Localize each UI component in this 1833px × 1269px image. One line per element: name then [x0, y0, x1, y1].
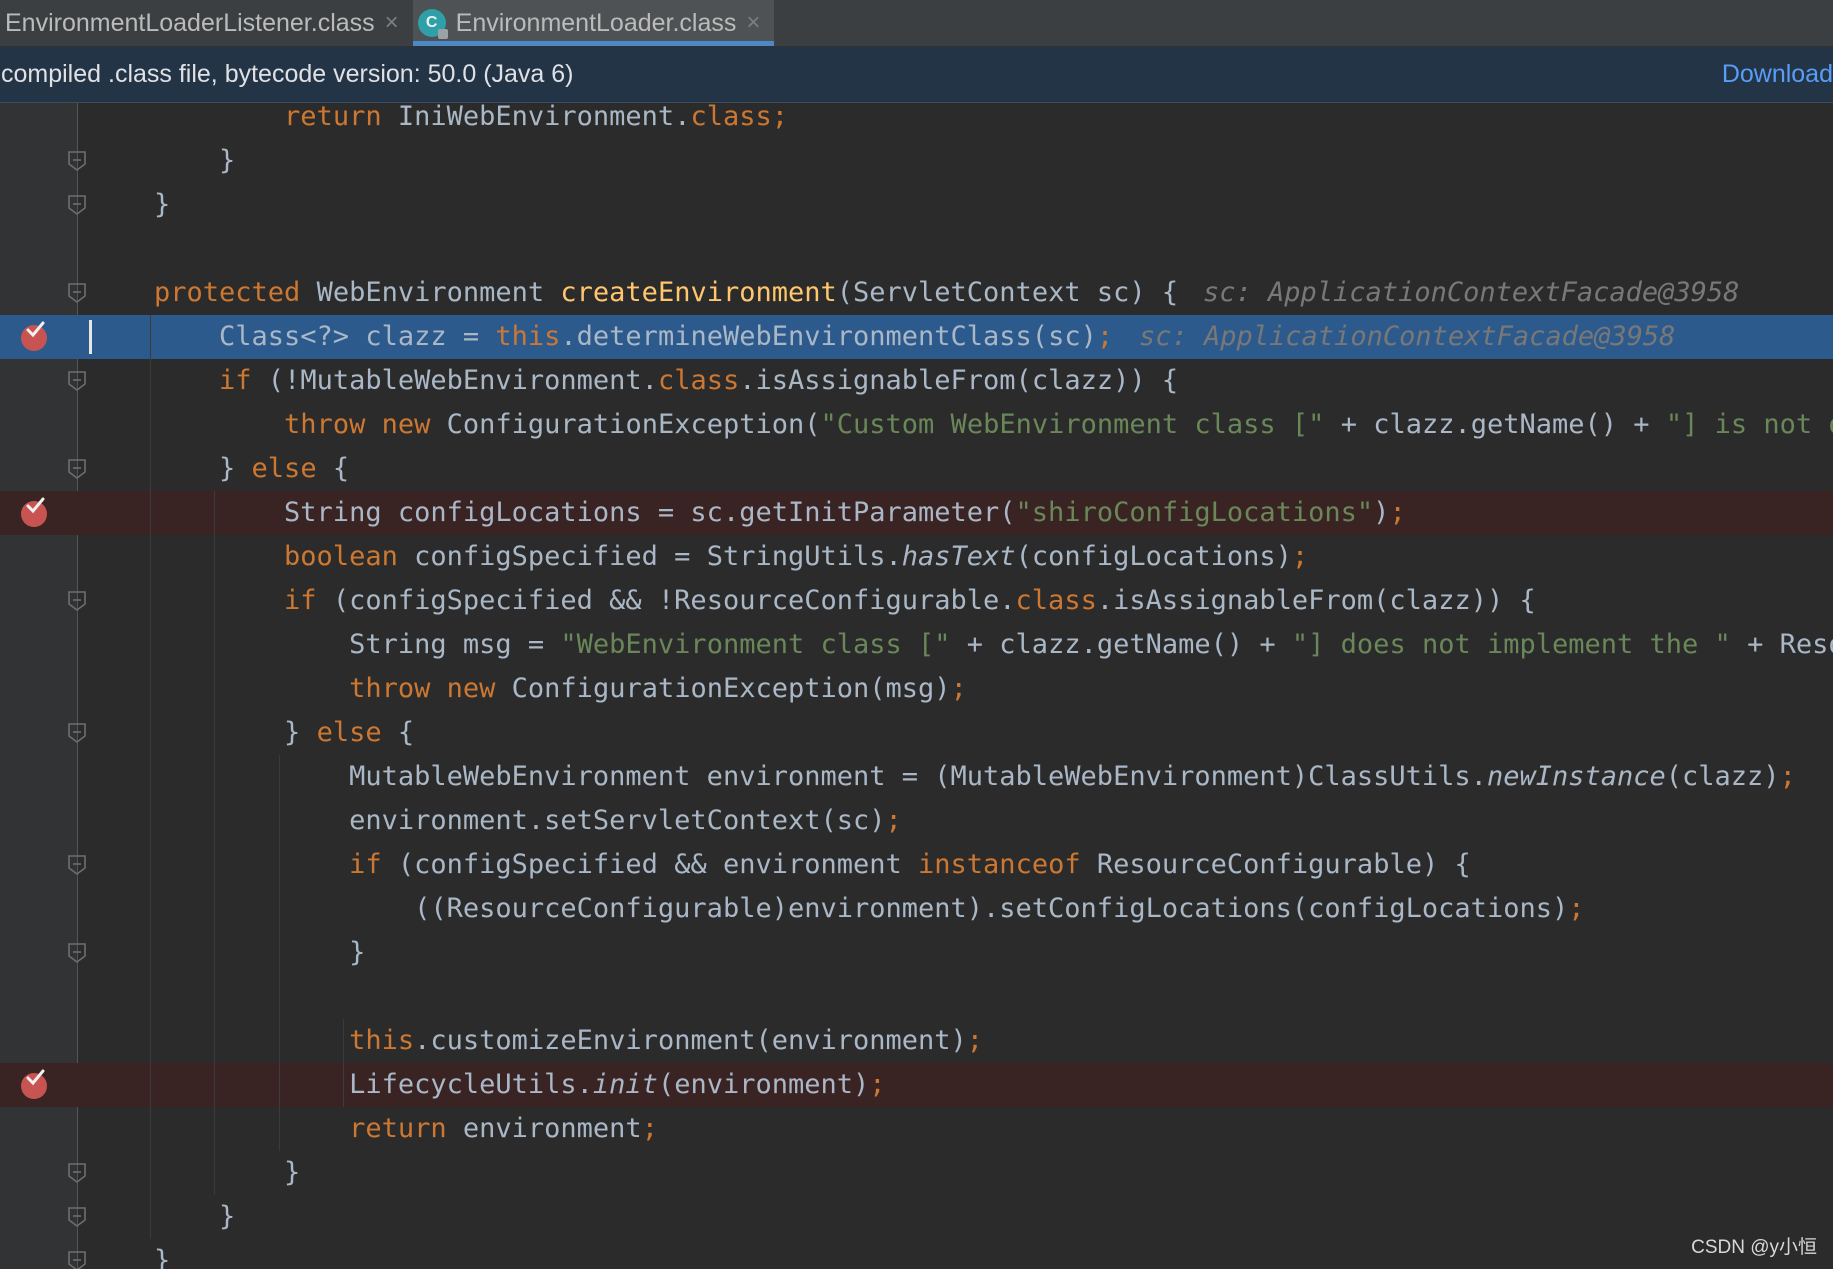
fold-marker-icon[interactable] — [68, 283, 86, 303]
fold-marker-icon[interactable] — [68, 151, 86, 171]
code-line-text: ((ResourceConfigurable)environment).setC… — [154, 893, 1585, 924]
breakpoint-icon[interactable] — [21, 497, 47, 527]
code-line[interactable]: String msg = "WebEnvironment class [" + … — [0, 623, 1833, 667]
indent-guide — [343, 1019, 344, 1107]
code-line[interactable]: if (configSpecified && !ResourceConfigur… — [0, 579, 1833, 623]
fold-marker-icon[interactable] — [68, 195, 86, 215]
tab-environmentloader[interactable]: C EnvironmentLoader.class × — [412, 0, 775, 46]
fold-marker-icon[interactable] — [68, 1251, 86, 1269]
code-line[interactable]: throw new ConfigurationException("Custom… — [0, 403, 1833, 447]
fold-marker-icon[interactable] — [68, 1207, 86, 1227]
code-line-text: boolean configSpecified = StringUtils.ha… — [284, 541, 1309, 572]
code-line[interactable]: boolean configSpecified = StringUtils.ha… — [0, 535, 1833, 579]
close-icon[interactable]: × — [746, 9, 760, 37]
breakpoint-icon[interactable] — [21, 321, 47, 351]
indent-guide — [214, 491, 215, 1195]
code-line[interactable]: if (!MutableWebEnvironment.class.isAssig… — [0, 359, 1833, 403]
text-caret — [89, 320, 92, 354]
code-line[interactable]: return environment; — [0, 1107, 1833, 1151]
code-line-text: throw new ConfigurationException("Custom… — [284, 409, 1833, 440]
class-file-icon: C — [417, 9, 448, 39]
breakpoint-icon[interactable] — [21, 1069, 47, 1099]
code-line[interactable]: if (configSpecified && environment insta… — [0, 843, 1833, 887]
fold-marker-icon[interactable] — [68, 459, 86, 479]
close-icon[interactable]: × — [385, 9, 399, 37]
code-line-text: environment.setServletContext(sc); — [154, 805, 902, 836]
code-line[interactable]: MutableWebEnvironment environment = (Mut… — [0, 755, 1833, 799]
code-line-text: String msg = "WebEnvironment class [" + … — [154, 629, 1833, 660]
code-line-text: return environment; — [349, 1113, 658, 1144]
code-line-text: if (configSpecified && !ResourceConfigur… — [284, 585, 1536, 616]
fold-marker-icon[interactable] — [68, 591, 86, 611]
code-line[interactable]: } — [0, 183, 1833, 227]
code-line-text: throw new ConfigurationException(msg); — [349, 673, 967, 704]
code-line-text: } else { — [154, 717, 415, 748]
code-line-text: return IniWebEnvironment.class; — [284, 103, 788, 132]
code-line[interactable]: } else { — [0, 447, 1833, 491]
code-line[interactable]: } — [0, 1195, 1833, 1239]
download-sources-link[interactable]: Download — [1722, 60, 1833, 89]
code-line[interactable]: } — [0, 1239, 1833, 1269]
code-line-text: if (!MutableWebEnvironment.class.isAssig… — [219, 365, 1179, 396]
code-line[interactable]: } — [0, 1151, 1833, 1195]
code-line-text: LifecycleUtils.init(environment); — [154, 1069, 886, 1100]
editor-tab-bar: EnvironmentLoaderListener.class × C Envi… — [0, 0, 1833, 47]
fold-marker-icon[interactable] — [68, 943, 86, 963]
code-line[interactable]: protected WebEnvironment createEnvironme… — [0, 271, 1833, 315]
banner-text: compiled .class file, bytecode version: … — [1, 60, 574, 88]
decompiled-notice-banner: compiled .class file, bytecode version: … — [0, 47, 1833, 103]
code-line[interactable]: return IniWebEnvironment.class; — [0, 103, 1833, 139]
code-line-text: Class<?> clazz = this.determineWebEnviro… — [154, 321, 1114, 352]
code-line-text: protected WebEnvironment createEnvironme… — [154, 277, 1179, 308]
code-line-text: } else { — [154, 453, 350, 484]
code-line-text: String configLocations = sc.getInitParam… — [154, 497, 1406, 528]
tab-label: EnvironmentLoaderListener.class — [5, 8, 375, 37]
code-line[interactable] — [0, 227, 1833, 271]
code-line[interactable]: Class<?> clazz = this.determineWebEnviro… — [0, 315, 1833, 359]
code-line[interactable] — [0, 975, 1833, 1019]
code-line[interactable]: this.customizeEnvironment(environment); — [0, 1019, 1833, 1063]
code-line-text: } — [154, 1245, 171, 1269]
code-line[interactable]: } else { — [0, 711, 1833, 755]
tab-environmentloaderlistener[interactable]: EnvironmentLoaderListener.class × — [0, 0, 413, 46]
code-line-text: if (configSpecified && environment insta… — [349, 849, 1471, 880]
debugger-inline-value: sc: ApplicationContextFacade@3958 — [1139, 321, 1676, 352]
code-line[interactable]: LifecycleUtils.init(environment); — [0, 1063, 1833, 1107]
code-line[interactable]: String configLocations = sc.getInitParam… — [0, 491, 1833, 535]
code-line-text: } — [154, 1201, 236, 1232]
fold-marker-icon[interactable] — [68, 371, 86, 391]
watermark: CSDN @y小恒 — [1691, 1237, 1817, 1258]
tab-label: EnvironmentLoader.class — [455, 8, 737, 37]
fold-marker-icon[interactable] — [68, 723, 86, 743]
code-line[interactable]: throw new ConfigurationException(msg); — [0, 667, 1833, 711]
indent-guide — [150, 315, 151, 1239]
code-line[interactable]: } — [0, 931, 1833, 975]
code-line-text: } — [154, 145, 236, 176]
code-line[interactable]: environment.setServletContext(sc); — [0, 799, 1833, 843]
code-line[interactable]: ((ResourceConfigurable)environment).setC… — [0, 887, 1833, 931]
code-line-text: } — [154, 937, 366, 968]
indent-guide — [279, 755, 280, 1151]
fold-marker-icon[interactable] — [68, 855, 86, 875]
code-line-text: } — [154, 189, 171, 220]
code-editor[interactable]: return IniWebEnvironment.class; }} protec… — [0, 103, 1833, 1269]
code-line-text: MutableWebEnvironment environment = (Mut… — [154, 761, 1796, 792]
code-line-text: } — [154, 1157, 301, 1188]
code-line[interactable]: } — [0, 139, 1833, 183]
fold-marker-icon[interactable] — [68, 1163, 86, 1183]
debugger-inline-value: sc: ApplicationContextFacade@3958 — [1203, 277, 1740, 308]
